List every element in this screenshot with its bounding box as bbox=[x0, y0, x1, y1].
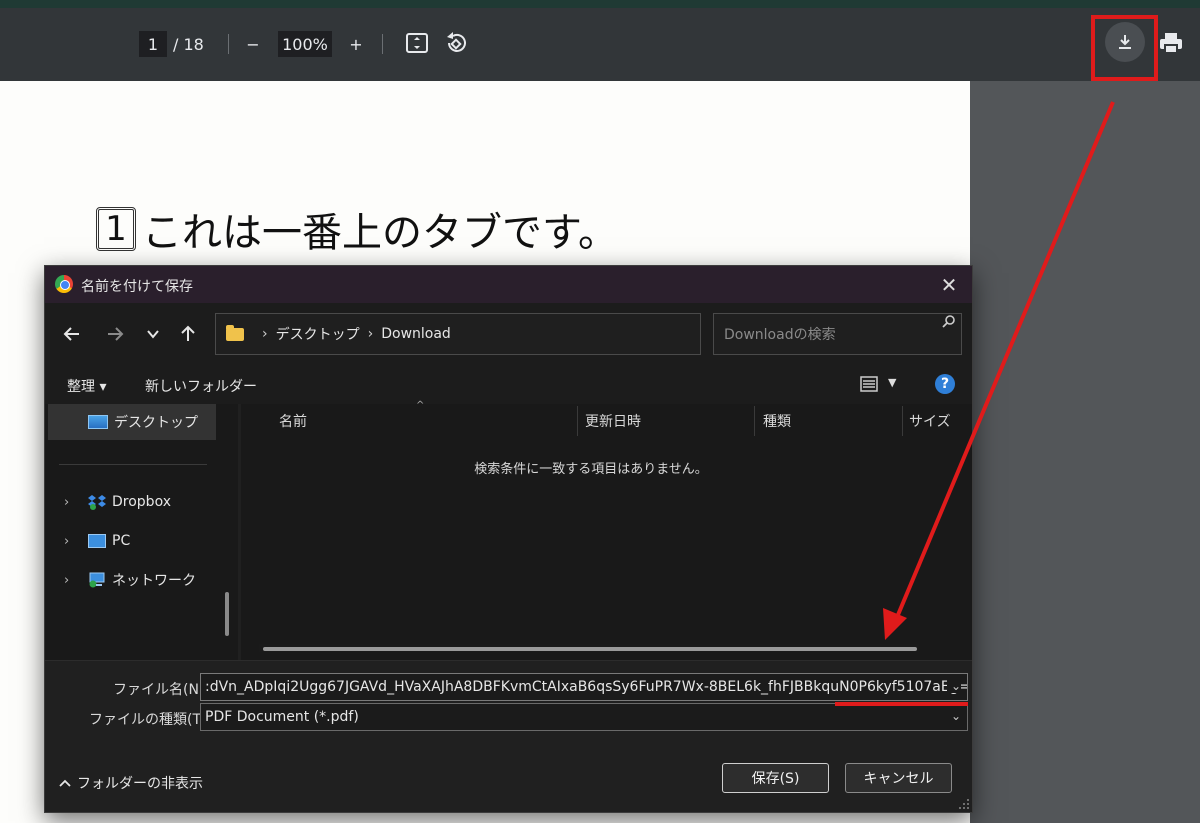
page-total: / 18 bbox=[173, 34, 204, 54]
column-header-date[interactable]: 更新日時 bbox=[585, 404, 641, 438]
filetype-select[interactable]: PDF Document (*.pdf) ⌄ bbox=[200, 703, 968, 731]
column-header-label: 更新日時 bbox=[585, 414, 641, 430]
horizontal-scrollbar-thumb[interactable] bbox=[263, 647, 917, 651]
pdf-toolbar: 1 / 18 − 100% + bbox=[0, 8, 1200, 81]
resize-grip-icon[interactable] bbox=[958, 798, 970, 810]
column-header-name[interactable]: 名前 bbox=[279, 404, 307, 438]
search-icon[interactable] bbox=[942, 314, 956, 332]
save-button[interactable]: 保存(S) bbox=[722, 763, 829, 793]
hide-folders-toggle[interactable]: フォルダーの非表示 bbox=[59, 773, 203, 793]
nav-item-dropbox[interactable]: › Dropbox bbox=[48, 484, 216, 520]
filetype-label: ファイルの種類(T): bbox=[89, 712, 212, 728]
pc-icon bbox=[88, 534, 106, 548]
expand-chevron-icon[interactable]: › bbox=[64, 534, 69, 549]
back-arrow-icon[interactable] bbox=[57, 319, 87, 349]
view-dropdown-icon[interactable]: ▼ bbox=[888, 376, 896, 389]
dialog-title: 名前を付けて保存 bbox=[81, 279, 193, 295]
up-arrow-icon[interactable] bbox=[173, 319, 203, 349]
print-button[interactable] bbox=[1156, 28, 1186, 58]
top-strip bbox=[0, 0, 1200, 8]
nav-item-pc[interactable]: › PC bbox=[48, 523, 216, 559]
recent-locations-chevron-icon[interactable] bbox=[138, 319, 168, 349]
empty-results-message: 検索条件に一致する項目はありません。 bbox=[474, 462, 708, 477]
chevron-up-icon bbox=[59, 779, 71, 787]
nav-item-label: ネットワーク bbox=[112, 573, 196, 589]
organize-menu[interactable]: 整理 ▾ bbox=[67, 376, 106, 396]
toolbar-divider bbox=[382, 34, 383, 54]
filetype-value: PDF Document (*.pdf) bbox=[205, 709, 359, 725]
search-input[interactable]: Downloadの検索 bbox=[713, 313, 962, 355]
column-header-label: 種類 bbox=[763, 414, 791, 430]
breadcrumb-separator-icon: › bbox=[262, 326, 268, 342]
dialog-footer: ファイル名(N): :dVn_ADpIqi2Ugg67JGAVd_HVaXAJh… bbox=[45, 660, 972, 812]
heading-number-box: 1 bbox=[96, 207, 136, 251]
dropbox-icon bbox=[88, 495, 106, 510]
expand-chevron-icon[interactable]: › bbox=[64, 573, 69, 588]
column-header-label: 名前 bbox=[279, 414, 307, 430]
toolbar-divider bbox=[228, 34, 229, 54]
breadcrumb-desktop[interactable]: デスクトップ bbox=[276, 324, 360, 344]
fit-to-page-icon[interactable] bbox=[404, 30, 430, 56]
view-options-icon[interactable] bbox=[859, 374, 879, 394]
filename-dropdown-icon[interactable]: ⌄ bbox=[946, 679, 961, 693]
nav-item-network[interactable]: › ネットワーク bbox=[48, 562, 216, 598]
filename-input[interactable]: :dVn_ADpIqi2Ugg67JGAVd_HVaXAJhA8DBFKvmCt… bbox=[200, 673, 968, 701]
nav-item-label: デスクトップ bbox=[114, 415, 198, 431]
save-as-dialog: 名前を付けて保存 ✕ › デスクトップ › Download Downloadの… bbox=[44, 265, 973, 813]
column-header-label: サイズ bbox=[909, 414, 951, 430]
zoom-level-input[interactable]: 100% bbox=[278, 31, 332, 57]
annotation-underline bbox=[835, 702, 968, 706]
page-number-input[interactable]: 1 bbox=[139, 31, 167, 57]
address-bar[interactable]: › デスクトップ › Download bbox=[215, 313, 853, 355]
column-separator[interactable] bbox=[754, 406, 755, 436]
chrome-icon bbox=[55, 275, 73, 293]
rotate-icon[interactable] bbox=[443, 30, 469, 56]
column-separator[interactable] bbox=[577, 406, 578, 436]
filetype-dropdown-icon[interactable]: ⌄ bbox=[951, 709, 961, 723]
command-bar: 整理 ▾ 新しいフォルダー ▼ ? bbox=[45, 366, 972, 404]
heading-text: これは一番上のタブです。 bbox=[142, 210, 618, 256]
breadcrumb-separator-icon: › bbox=[367, 326, 374, 342]
column-separator[interactable] bbox=[902, 406, 903, 436]
filename-label: ファイル名(N): bbox=[113, 682, 210, 698]
nav-item-label: PC bbox=[112, 533, 131, 549]
navigation-pane: デスクトップ › Dropbox › PC › ネットワーク bbox=[45, 404, 238, 660]
sort-caret-icon: ^ bbox=[416, 400, 425, 411]
annotation-highlight-box bbox=[1091, 15, 1158, 81]
forward-arrow-icon[interactable] bbox=[100, 319, 130, 349]
dialog-titlebar: 名前を付けて保存 ✕ bbox=[45, 266, 972, 303]
breadcrumb-download[interactable]: Download bbox=[381, 326, 451, 342]
nav-scrollbar[interactable] bbox=[225, 592, 229, 636]
new-folder-button[interactable]: 新しいフォルダー bbox=[145, 376, 257, 396]
filename-value: :dVn_ADpIqi2Ugg67JGAVd_HVaXAJhA8DBFKvmCt… bbox=[205, 679, 968, 695]
network-icon bbox=[89, 572, 105, 588]
cancel-button[interactable]: キャンセル bbox=[845, 763, 952, 793]
folder-icon bbox=[226, 324, 244, 341]
nav-divider bbox=[59, 464, 207, 465]
zoom-in-button[interactable]: + bbox=[345, 30, 367, 58]
desktop-icon bbox=[88, 415, 108, 429]
navigation-bar: › デスクトップ › Download Downloadの検索 bbox=[45, 303, 972, 366]
file-list-pane: 名前 ^ 更新日時 種類 サイズ 検索条件に一致する項目はありません。 bbox=[241, 400, 972, 660]
nav-item-label: Dropbox bbox=[112, 494, 171, 510]
zoom-out-button[interactable]: − bbox=[242, 30, 264, 58]
nav-item-desktop[interactable]: デスクトップ bbox=[48, 404, 216, 440]
column-header-size[interactable]: サイズ bbox=[909, 404, 951, 438]
screen: 1 / 18 − 100% + 1 これは一番上のタブです。 名前を付けて保存 … bbox=[0, 0, 1200, 823]
close-button[interactable]: ✕ bbox=[936, 272, 962, 298]
printer-icon bbox=[1160, 33, 1182, 54]
expand-chevron-icon[interactable]: › bbox=[64, 495, 69, 510]
pdf-heading: 1 これは一番上のタブです。 bbox=[96, 200, 618, 258]
help-icon[interactable]: ? bbox=[935, 374, 955, 394]
column-header-type[interactable]: 種類 bbox=[763, 404, 791, 438]
hide-folders-label: フォルダーの非表示 bbox=[77, 776, 203, 792]
